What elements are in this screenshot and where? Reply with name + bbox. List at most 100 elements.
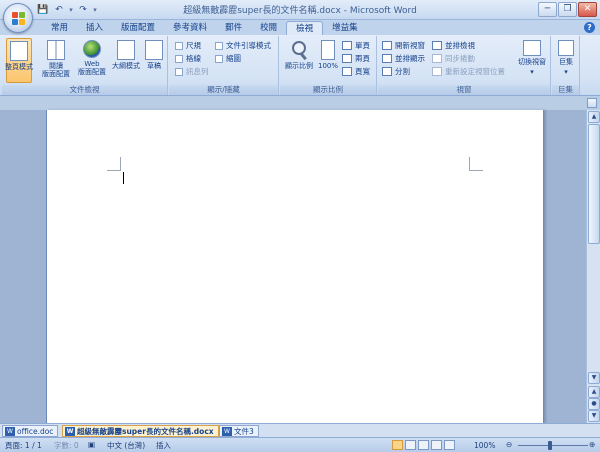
tab-view[interactable]: 檢視 xyxy=(286,21,324,35)
outline-icon xyxy=(117,40,135,60)
page-width-button[interactable]: 頁寬 xyxy=(342,66,370,77)
scroll-down-icon[interactable]: ▼ xyxy=(588,372,600,384)
switch-windows-button[interactable]: 切換視窗 ▾ xyxy=(515,38,549,83)
macros-dropdown-icon: ▾ xyxy=(564,68,568,76)
next-page-icon[interactable]: ▼ xyxy=(588,410,600,422)
status-reading-layout-icon[interactable] xyxy=(405,440,416,450)
ribbon-tab-row: 常用 插入 版面配置 參考資料 郵件 校閱 檢視 增益集 ? xyxy=(0,20,600,35)
browse-object-icon[interactable]: ● xyxy=(588,398,600,410)
outline-button[interactable]: 大綱模式 xyxy=(110,38,142,83)
split-label: 分割 xyxy=(395,67,410,76)
zoom-level[interactable]: 100% xyxy=(474,440,495,451)
group-macros: 巨集 ▾ 巨集 xyxy=(552,36,580,95)
tab-review[interactable]: 校閱 xyxy=(251,21,286,35)
outline-label: 大綱模式 xyxy=(112,62,140,70)
insert-mode-status[interactable]: 插入 xyxy=(156,440,171,451)
doc-tab-label: 超級無敵霹靂super長的文件名稱.docx xyxy=(77,427,214,436)
switch-windows-icon xyxy=(523,40,541,56)
status-web-layout-icon[interactable] xyxy=(418,440,429,450)
tab-home[interactable]: 常用 xyxy=(42,21,77,35)
sync-scroll-icon xyxy=(432,54,442,63)
macros-button[interactable]: 巨集 ▾ xyxy=(553,38,579,83)
zoom-button[interactable]: 顯示比例 xyxy=(282,38,316,83)
sync-scroll-button: 同步捲動 xyxy=(432,53,475,64)
doc-tab-document3[interactable]: W 文件3 xyxy=(219,425,259,437)
minimize-button[interactable]: ─ xyxy=(538,2,557,17)
magnifier-icon xyxy=(292,41,306,55)
split-button[interactable]: 分割 xyxy=(382,66,410,77)
tab-mailings[interactable]: 郵件 xyxy=(216,21,251,35)
doc-tab-office[interactable]: Woffice.doc xyxy=(2,425,59,437)
one-page-button[interactable]: 單頁 xyxy=(342,40,370,51)
web-layout-button[interactable]: Web 版面配置 xyxy=(76,38,108,83)
ruler-checkbox-row[interactable]: 尺規 xyxy=(175,40,201,51)
zoom-100-label: 100% xyxy=(317,62,338,70)
tab-references[interactable]: 參考資料 xyxy=(164,21,216,35)
print-layout-button[interactable]: 整頁模式 xyxy=(5,38,33,83)
two-pages-label: 兩頁 xyxy=(355,54,370,63)
document-tabs: Woffice.doc W 超級無敵霹靂super長的文件名稱.docx W 文件3 xyxy=(0,423,600,437)
word-window: 💾 ↶ ▾ ↷ ▾ 超級無敵霹靂super長的文件名稱.docx - Micro… xyxy=(0,0,600,452)
group-show-hide: 尺規 格線 訊息列 文件引導模式 縮圖 顯示/隱藏 xyxy=(169,36,279,95)
tab-insert[interactable]: 插入 xyxy=(77,21,112,35)
proofing-icon[interactable]: ▣ xyxy=(88,439,95,450)
doc-tab-label: office.doc xyxy=(17,427,54,436)
word-doc-icon: W xyxy=(5,427,15,436)
reading-layout-icon xyxy=(47,40,65,60)
switch-windows-dropdown-icon: ▾ xyxy=(530,68,534,76)
word-doc-icon: W xyxy=(65,427,75,436)
doc-tab-active[interactable]: W 超級無敵霹靂super長的文件名稱.docx xyxy=(62,425,219,437)
zoom-slider-thumb[interactable] xyxy=(548,441,552,450)
ruler-checkbox[interactable] xyxy=(175,41,183,50)
view-ruler-icon[interactable] xyxy=(587,98,597,108)
scroll-up-icon[interactable]: ▲ xyxy=(588,111,600,123)
group-label-document-views: 文件檢視 xyxy=(2,85,167,95)
document-page[interactable] xyxy=(46,110,544,423)
title-bar: 💾 ↶ ▾ ↷ ▾ 超級無敵霹靂super長的文件名稱.docx - Micro… xyxy=(0,0,600,20)
macros-icon xyxy=(558,40,574,56)
zoom-in-icon[interactable]: ⊕ xyxy=(589,439,595,450)
vertical-scrollbar[interactable]: ▲ ▼ ▲ ● ▼ xyxy=(586,110,600,423)
arrange-all-label: 並排顯示 xyxy=(395,54,425,63)
word-count[interactable]: 字數: 0 xyxy=(54,440,79,451)
page-width-icon xyxy=(342,67,352,76)
scrollbar-thumb[interactable] xyxy=(588,124,600,244)
zoom-100-button[interactable]: 100% xyxy=(316,38,340,83)
status-print-layout-icon[interactable] xyxy=(392,440,403,450)
status-outline-icon[interactable] xyxy=(431,440,442,450)
ruler-label: 尺規 xyxy=(186,41,201,50)
new-window-button[interactable]: 開新視窗 xyxy=(382,40,425,51)
help-icon[interactable]: ? xyxy=(584,22,595,33)
view-side-by-side-button[interactable]: 並排檢視 xyxy=(432,40,475,51)
office-logo-icon xyxy=(12,12,26,26)
gridlines-label: 格線 xyxy=(186,54,201,63)
doc-tab-label: 文件3 xyxy=(234,427,254,436)
group-window: 開新視窗 並排顯示 分割 並排檢視 同步捲動 重新設定視窗位置 切換視窗 ▾ 視… xyxy=(378,36,551,95)
tab-page-layout[interactable]: 版面配置 xyxy=(112,21,164,35)
close-button[interactable]: ✕ xyxy=(578,2,597,17)
two-pages-button[interactable]: 兩頁 xyxy=(342,53,370,64)
message-bar-label: 訊息列 xyxy=(186,67,209,76)
restore-button[interactable]: ❐ xyxy=(558,2,577,17)
document-map-checkbox[interactable] xyxy=(215,41,223,50)
status-draft-icon[interactable] xyxy=(444,440,455,450)
full-screen-reading-button[interactable]: 閱讀 版面配置 xyxy=(40,38,72,83)
zoom-out-icon[interactable]: ⊖ xyxy=(506,439,512,450)
group-document-views: 整頁模式 閱讀 版面配置 Web 版面配置 大綱模式 草稿 文件檢視 xyxy=(2,36,168,95)
group-label-macros: 巨集 xyxy=(552,85,579,95)
office-button[interactable] xyxy=(3,3,33,33)
tab-add-ins[interactable]: 增益集 xyxy=(323,21,367,35)
thumbnails-checkbox-row[interactable]: 縮圖 xyxy=(215,53,241,64)
draft-button[interactable]: 草稿 xyxy=(142,38,166,83)
gridlines-checkbox[interactable] xyxy=(175,54,183,63)
previous-page-icon[interactable]: ▲ xyxy=(588,386,600,398)
document-workspace xyxy=(0,110,586,423)
page-count[interactable]: 頁面: 1 / 1 xyxy=(5,440,42,451)
document-map-checkbox-row[interactable]: 文件引導模式 xyxy=(215,40,271,51)
language-status[interactable]: 中文 (台灣) xyxy=(107,440,145,451)
status-bar: 頁面: 1 / 1 字數: 0 ▣ 中文 (台灣) 插入 100% ⊖ ⊕ xyxy=(0,437,600,452)
gridlines-checkbox-row[interactable]: 格線 xyxy=(175,53,201,64)
arrange-all-button[interactable]: 並排顯示 xyxy=(382,53,425,64)
zoom-slider[interactable] xyxy=(518,445,588,446)
thumbnails-checkbox[interactable] xyxy=(215,54,223,63)
